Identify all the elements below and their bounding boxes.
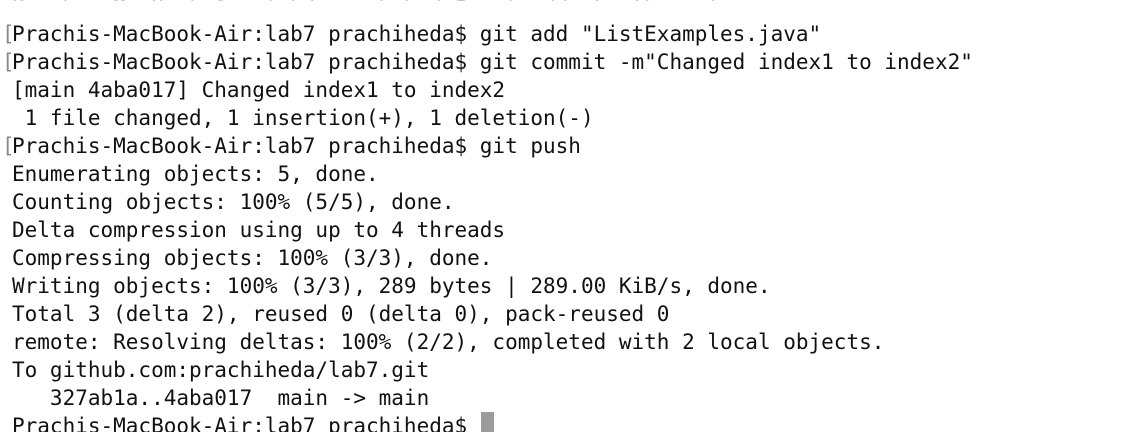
terminal-line-9: Compressing objects: 100% (3/3), done. — [12, 244, 1128, 272]
terminal-line-text: 327ab1a..4aba017 main -> main — [12, 386, 430, 410]
terminal-cursor[interactable] — [480, 412, 494, 432]
terminal-line-text: To github.com:prachiheda/lab7.git — [12, 358, 430, 382]
terminal-prompt-line[interactable]: Prachis-MacBook-Air:lab7 prachiheda$ — [12, 412, 1128, 432]
terminal-line-3: [main 4aba017] Changed index1 to index2 — [12, 76, 1128, 104]
terminal-line-11: Total 3 (delta 2), reused 0 (delta 0), p… — [12, 300, 1128, 328]
line-mark: [ — [2, 134, 15, 158]
terminal-line-13: To github.com:prachiheda/lab7.git — [12, 356, 1128, 384]
shell-prompt: Prachis-MacBook-Air:lab7 prachiheda$ — [12, 414, 480, 432]
terminal-line-5: [Prachis-MacBook-Air:lab7 prachiheda$ gi… — [2, 132, 1128, 160]
terminal-line-10: Writing objects: 100% (3/3), 289 bytes |… — [12, 272, 1128, 300]
terminal-line-14: 327ab1a..4aba017 main -> main — [12, 384, 1128, 412]
partial-line-text: Prachis-MacBook-Air:lab7 prachiheda$ git… — [12, 0, 809, 18]
line-mark: [ — [2, 50, 15, 74]
terminal-line-text: [main 4aba017] Changed index1 to index2 — [12, 78, 506, 102]
terminal-line-2: [Prachis-MacBook-Air:lab7 prachiheda$ gi… — [2, 48, 1128, 76]
terminal-line-6: Enumerating objects: 5, done. — [12, 160, 1128, 188]
terminal-line-text: remote: Resolving deltas: 100% (2/2), co… — [12, 330, 885, 354]
terminal-line-text: Prachis-MacBook-Air:lab7 prachiheda$ git… — [12, 22, 822, 46]
terminal-line-text: Delta compression using up to 4 threads — [12, 218, 506, 242]
terminal-line-4: 1 file changed, 1 insertion(+), 1 deleti… — [12, 104, 1128, 132]
terminal-line-text: 1 file changed, 1 insertion(+), 1 deleti… — [12, 106, 594, 130]
terminal-line-text: Total 3 (delta 2), reused 0 (delta 0), p… — [12, 302, 670, 326]
terminal-line-text: Compressing objects: 100% (3/3), done. — [12, 246, 493, 270]
terminal-line-text: Prachis-MacBook-Air:lab7 prachiheda$ git… — [12, 134, 581, 158]
terminal-line-text: Writing objects: 100% (3/3), 289 bytes |… — [12, 274, 771, 298]
terminal-output: Prachis-MacBook-Air:lab7 prachiheda$ git… — [2, 0, 1128, 432]
terminal-line-8: Delta compression using up to 4 threads — [12, 216, 1128, 244]
terminal-window[interactable]: Prachis-MacBook-Air:lab7 prachiheda$ git… — [0, 0, 1128, 432]
terminal-line-text: Enumerating objects: 5, done. — [12, 162, 379, 186]
partial-top-line: Prachis-MacBook-Air:lab7 prachiheda$ git… — [12, 0, 1128, 18]
terminal-line-1: [Prachis-MacBook-Air:lab7 prachiheda$ gi… — [2, 20, 1128, 48]
terminal-line-text: Prachis-MacBook-Air:lab7 prachiheda$ git… — [12, 50, 973, 74]
terminal-line-7: Counting objects: 100% (5/5), done. — [12, 188, 1128, 216]
terminal-line-text: Counting objects: 100% (5/5), done. — [12, 190, 455, 214]
line-mark: [ — [2, 22, 15, 46]
terminal-line-12: remote: Resolving deltas: 100% (2/2), co… — [12, 328, 1128, 356]
